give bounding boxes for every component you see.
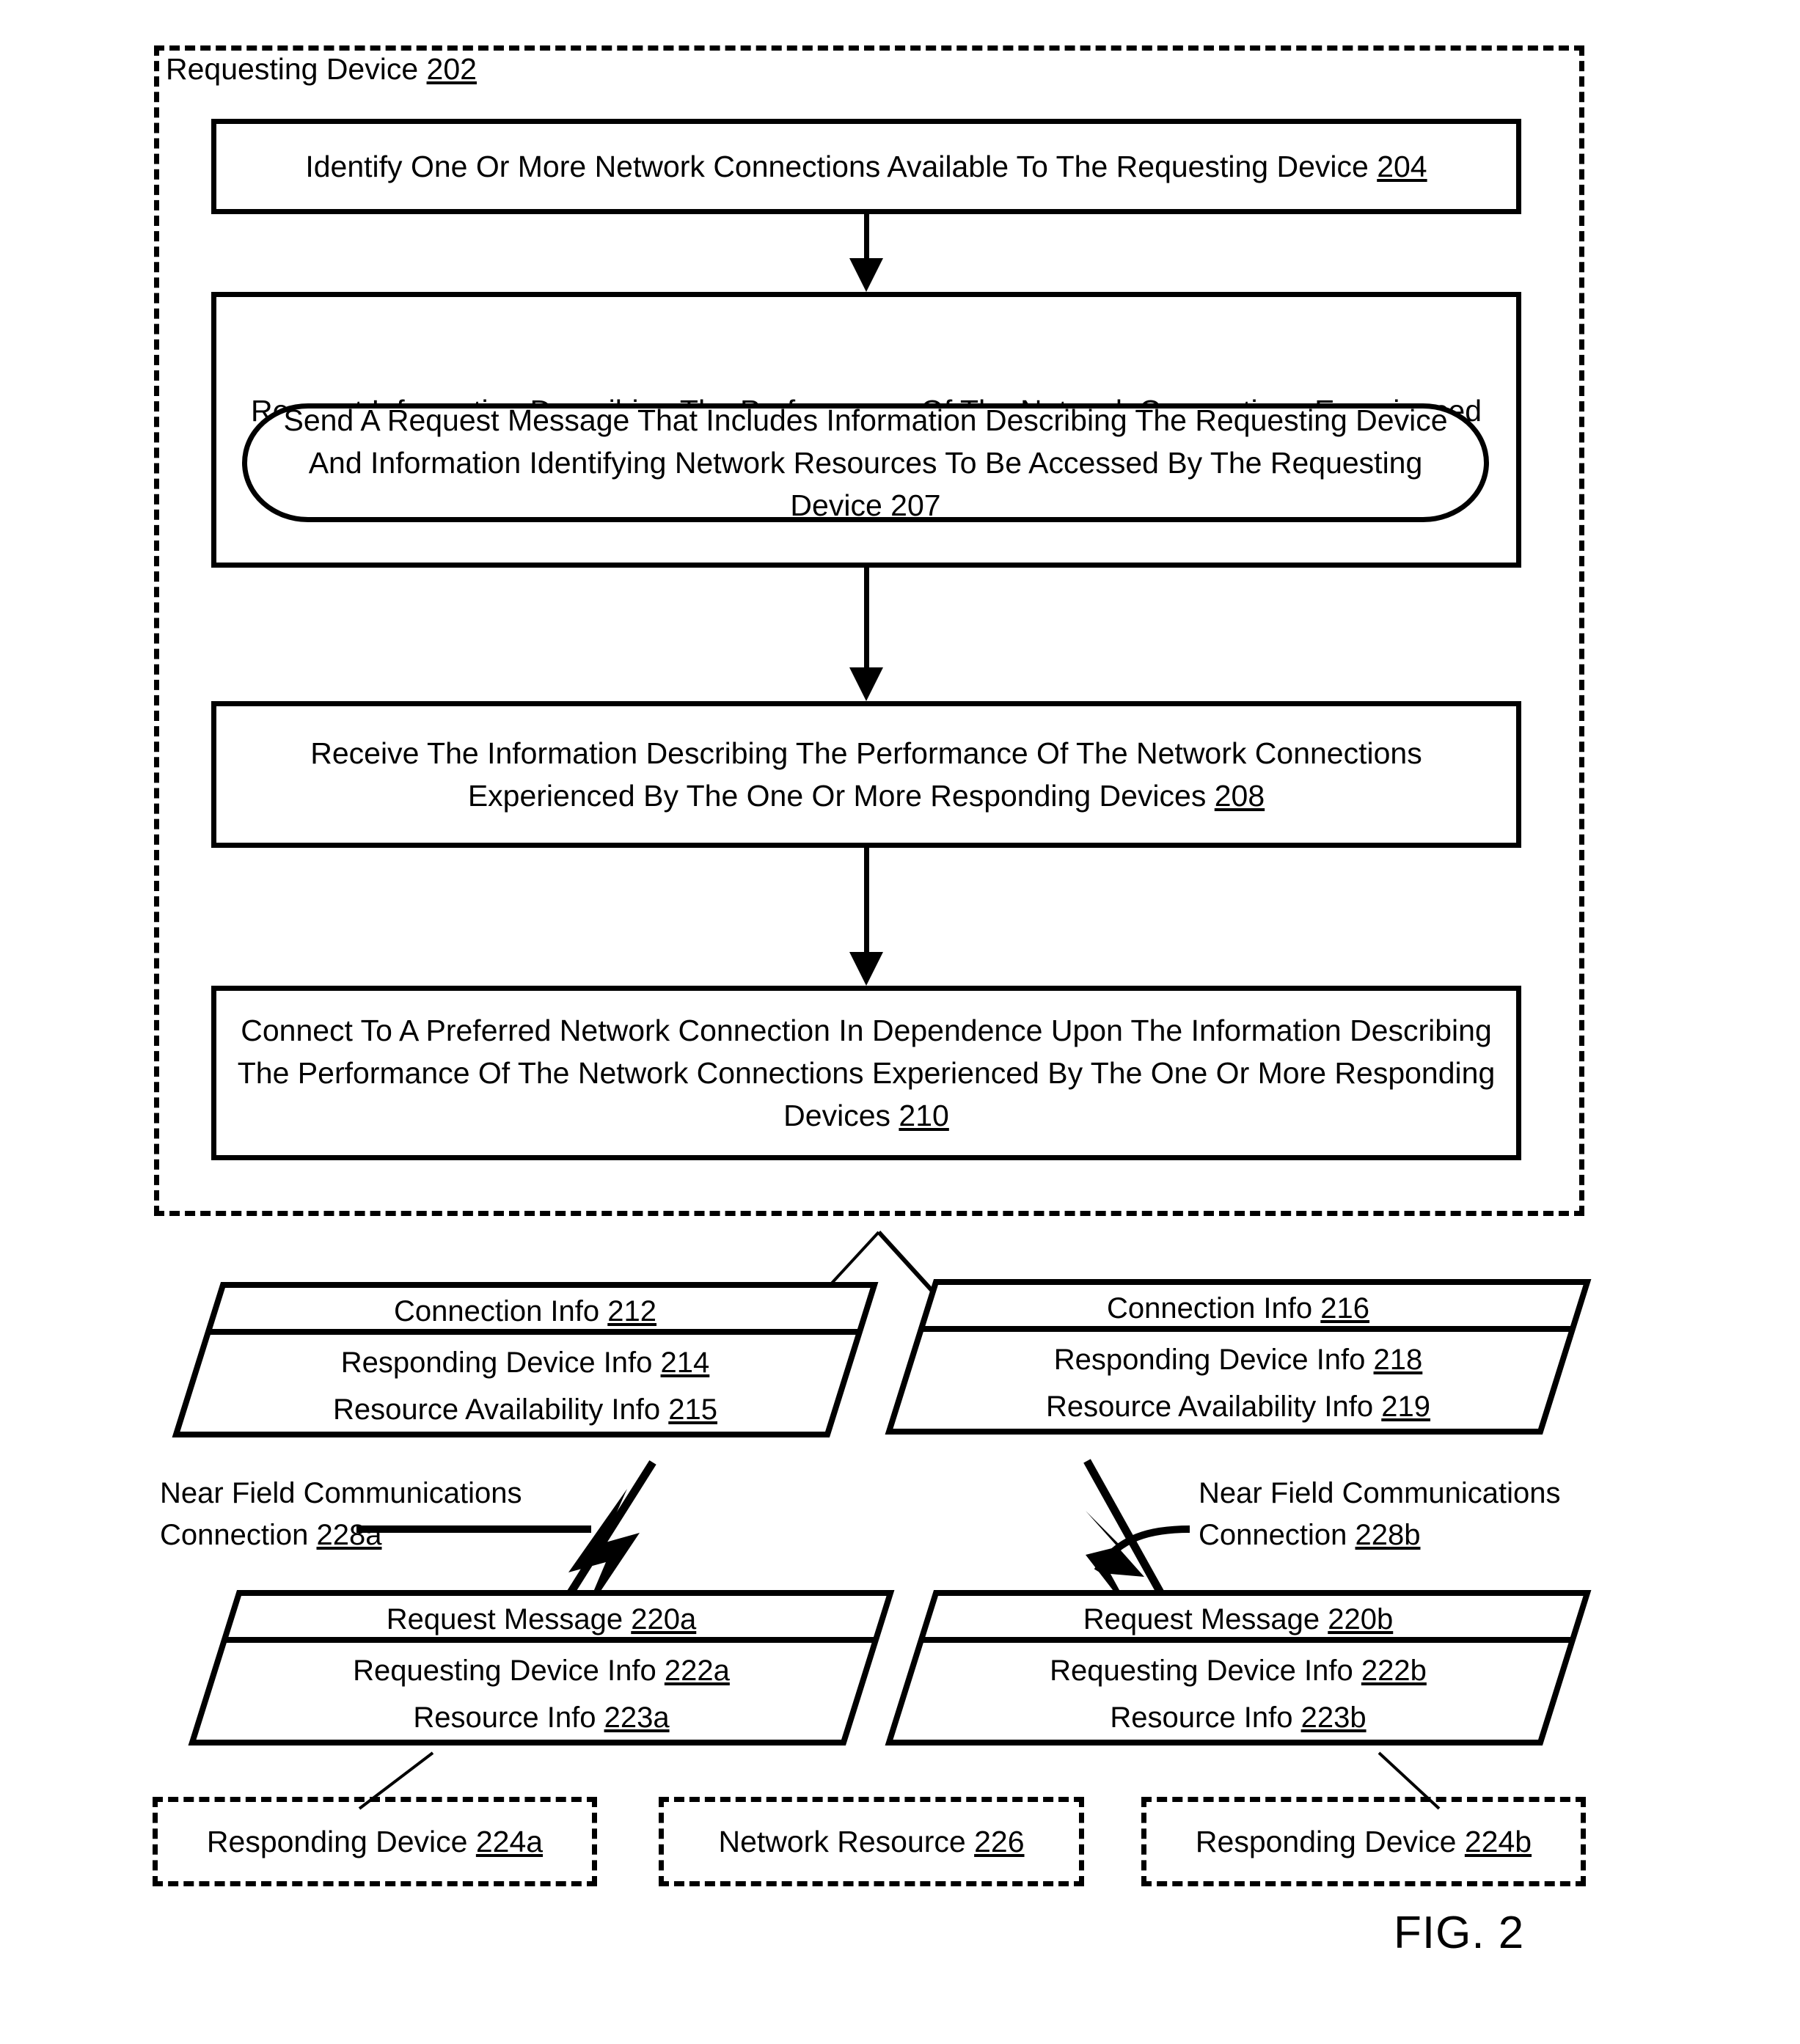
resource-availability-info-219-ref: 219 — [1381, 1391, 1431, 1423]
responding-device-info-218-ref: 218 — [1373, 1344, 1423, 1376]
nfc-228b-line1: Near Field Communications — [1199, 1477, 1561, 1509]
requesting-device-label-text: Requesting Device — [166, 52, 419, 86]
process-box-210-text: Connect To A Preferred Network Connectio… — [237, 1013, 1496, 1133]
responding-device-box-224a: Responding Device 224a — [153, 1797, 597, 1886]
responding-device-224a-label: Responding Device 224a — [207, 1825, 543, 1859]
requesting-device-info-222b-ref: 222b — [1361, 1655, 1427, 1687]
process-box-210-ref: 210 — [899, 1099, 949, 1133]
request-message-block-220a: Request Message 220a Requesting Device I… — [188, 1590, 895, 1746]
request-message-220b-title: Request Message 220b — [886, 1603, 1590, 1636]
leader-line-to-connection-info-212 — [826, 1231, 880, 1289]
resource-availability-info-215: Resource Availability Info 215 — [173, 1393, 877, 1426]
connection-info-216-title-text: Connection Info — [1106, 1292, 1313, 1325]
connection-info-216-title: Connection Info 216 — [886, 1292, 1590, 1325]
responding-device-info-218-text: Responding Device Info — [1053, 1344, 1366, 1376]
request-message-220a-title: Request Message 220a — [189, 1603, 893, 1636]
requesting-device-ref: 202 — [426, 52, 477, 86]
responding-device-224a-text: Responding Device — [206, 1824, 468, 1858]
requesting-device-info-222b-text: Requesting Device Info — [1050, 1655, 1353, 1687]
figure-caption: FIG. 2 — [1394, 1908, 1525, 1958]
resource-info-223b: Resource Info 223b — [886, 1701, 1590, 1735]
arrow-208-to-210 — [849, 848, 883, 986]
connection-info-212-title: Connection Info 212 — [173, 1295, 877, 1328]
responding-device-info-214-ref: 214 — [660, 1347, 710, 1379]
resource-info-223b-ref: 223b — [1300, 1701, 1367, 1734]
patent-figure: Requesting Device 202 Identify One Or Mo… — [0, 0, 1800, 2044]
arrow-shaft — [863, 214, 869, 260]
connection-info-216-ref: 216 — [1320, 1292, 1370, 1325]
arrow-206-to-208 — [849, 568, 883, 701]
process-box-208: Receive The Information Describing The P… — [211, 701, 1521, 848]
request-message-220b-title-text: Request Message — [1083, 1603, 1320, 1635]
nfc-228b-line2: Connection — [1199, 1518, 1347, 1551]
arrow-204-to-206 — [849, 214, 883, 292]
arrow-head — [849, 952, 883, 986]
responding-device-box-224b: Responding Device 224b — [1141, 1797, 1586, 1886]
resource-availability-info-219: Resource Availability Info 219 — [886, 1391, 1590, 1424]
nfc-connection-label-228b: Near Field Communications Connection 228… — [1199, 1473, 1561, 1556]
responding-device-224b-label: Responding Device 224b — [1196, 1825, 1532, 1859]
process-box-210: Connect To A Preferred Network Connectio… — [211, 986, 1521, 1160]
resource-info-223a: Resource Info 223a — [189, 1701, 893, 1735]
process-box-204: Identify One Or More Network Connections… — [211, 119, 1521, 214]
nfc-228a-line2: Connection — [160, 1518, 309, 1551]
nfc-228b-ref: 228b — [1355, 1518, 1421, 1551]
requesting-device-info-222a-text: Requesting Device Info — [353, 1655, 656, 1687]
process-box-204-ref: 204 — [1377, 149, 1427, 183]
arrow-head — [849, 258, 883, 292]
process-box-208-ref: 208 — [1214, 779, 1265, 813]
network-resource-226-text: Network Resource — [718, 1824, 966, 1858]
resource-info-223a-text: Resource Info — [413, 1701, 596, 1734]
arrow-shaft — [863, 568, 869, 669]
process-box-207: Send A Request Message That Includes Inf… — [242, 403, 1489, 522]
requesting-device-info-222b: Requesting Device Info 222b — [886, 1655, 1590, 1688]
nfc-228a-line2-wrap: Connection 228a — [160, 1514, 522, 1556]
responding-device-224b-ref: 224b — [1464, 1824, 1532, 1858]
arrow-shaft — [863, 848, 869, 953]
nfc-b-leader — [1094, 1525, 1190, 1573]
connection-info-212-title-text: Connection Info — [393, 1295, 600, 1327]
connection-info-212-ref: 212 — [607, 1295, 657, 1327]
request-message-220a-title-text: Request Message — [386, 1603, 623, 1635]
requesting-device-label: Requesting Device 202 — [163, 51, 481, 88]
resource-info-223b-text: Resource Info — [1110, 1701, 1293, 1734]
connection-info-block-212: Connection Info 212 Responding Device In… — [172, 1282, 879, 1437]
resource-availability-info-215-text: Resource Availability Info — [332, 1393, 661, 1426]
nfc-connection-label-228a: Near Field Communications Connection 228… — [160, 1473, 522, 1556]
responding-device-info-214-text: Responding Device Info — [340, 1347, 653, 1379]
responding-device-info-218: Responding Device Info 218 — [886, 1344, 1590, 1377]
arrow-head — [849, 667, 883, 701]
network-resource-226-ref: 226 — [974, 1824, 1025, 1858]
nfc-228a-line1: Near Field Communications — [160, 1477, 522, 1509]
process-box-207-ref: 207 — [890, 488, 941, 523]
responding-device-224b-text: Responding Device — [1195, 1824, 1457, 1858]
request-message-220a-ref: 220a — [631, 1603, 697, 1635]
resource-info-223a-ref: 223a — [604, 1701, 670, 1734]
nfc-228a-ref: 228a — [316, 1518, 382, 1551]
network-resource-226-label: Network Resource 226 — [718, 1825, 1024, 1859]
network-resource-box-226: Network Resource 226 — [659, 1797, 1084, 1886]
request-message-220b-ref: 220b — [1328, 1603, 1394, 1635]
resource-availability-info-219-text: Resource Availability Info — [1045, 1391, 1374, 1423]
resource-availability-info-215-ref: 215 — [668, 1393, 718, 1426]
process-box-204-text: Identify One Or More Network Connections… — [305, 149, 1369, 183]
requesting-device-info-222a-ref: 222a — [664, 1655, 730, 1687]
request-message-block-220b: Request Message 220b Requesting Device I… — [885, 1590, 1592, 1746]
nfc-228b-line2-wrap: Connection 228b — [1199, 1514, 1561, 1556]
responding-device-info-214: Responding Device Info 214 — [173, 1347, 877, 1380]
responding-device-224a-ref: 224a — [475, 1824, 544, 1858]
process-box-207-text: Send A Request Message That Includes Inf… — [283, 403, 1448, 523]
connection-info-block-216: Connection Info 216 Responding Device In… — [885, 1279, 1592, 1435]
requesting-device-info-222a: Requesting Device Info 222a — [189, 1655, 893, 1688]
